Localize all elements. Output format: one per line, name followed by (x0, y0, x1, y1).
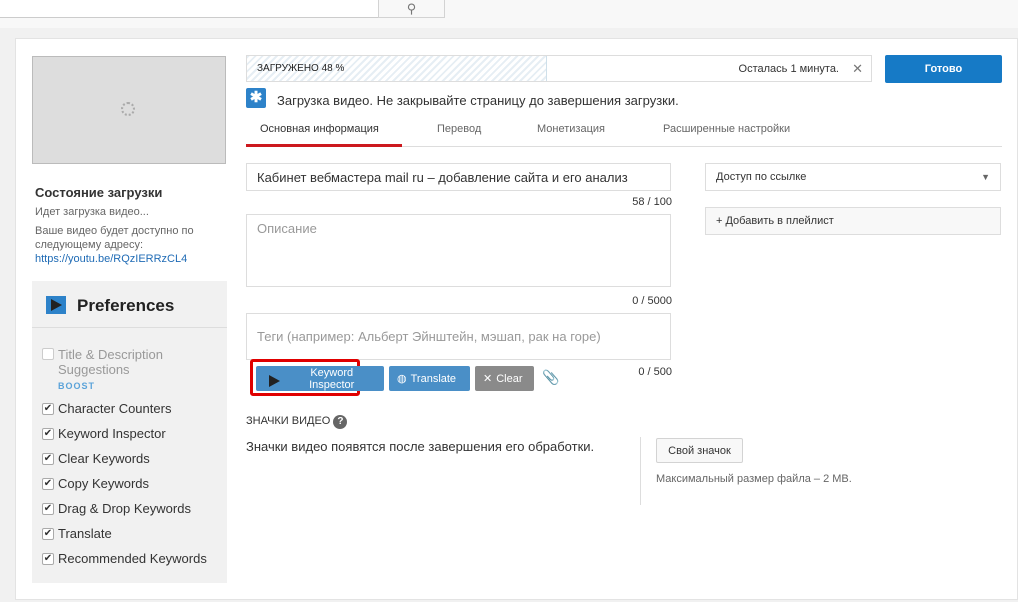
star-icon: ✱ (246, 88, 266, 108)
preferences-title: Preferences (77, 296, 175, 315)
pref-drag-drop-keywords[interactable]: ✔ Drag & Drop Keywords (42, 501, 191, 516)
pref-label: Suggestions (58, 362, 130, 377)
progress-label: ЗАГРУЖЕНО 48 % (257, 63, 345, 74)
clear-button[interactable]: ✕ Clear (475, 366, 534, 391)
tags-counter: 0 / 500 (638, 366, 672, 378)
button-label: Translate (410, 372, 457, 385)
keyword-inspector-button[interactable]: Keyword Inspector (256, 366, 384, 391)
loading-spinner-icon (121, 102, 135, 116)
checkbox[interactable]: ✔ (42, 502, 54, 515)
link-note: Ваше видео будет доступно по (35, 225, 194, 237)
upload-notice: Загрузка видео. Не закрывайте страницу д… (277, 93, 679, 108)
time-remaining: Осталась 1 минута. (738, 63, 839, 75)
pref-clear-keywords[interactable]: ✔ Clear Keywords (42, 451, 150, 466)
pref-translate[interactable]: ✔ Translate (42, 526, 112, 541)
pref-label: Copy Keywords (58, 476, 150, 491)
pref-label: Clear Keywords (58, 451, 150, 466)
description-textarea[interactable]: Описание (246, 214, 671, 287)
pref-character-counters[interactable]: ✔ Character Counters (42, 401, 171, 416)
pref-label: Drag & Drop Keywords (58, 501, 191, 516)
thumbnails-title: ЗНАЧКИ ВИДЕО ? (246, 415, 348, 429)
section-title: ЗНАЧКИ ВИДЕО (246, 415, 331, 427)
pref-label: Translate (58, 526, 112, 541)
checkbox[interactable]: ✔ (42, 427, 54, 440)
active-tab-indicator (246, 144, 402, 147)
custom-thumbnail-button[interactable]: Свой значок (656, 438, 743, 463)
search-button[interactable]: ⚲ (378, 0, 445, 18)
done-button[interactable]: Готово (885, 55, 1002, 83)
button-label: Keyword Inspector (309, 366, 355, 391)
globe-icon: ◍ (397, 373, 407, 385)
x-icon: ✕ (483, 373, 493, 385)
video-link[interactable]: https://youtu.be/RQzIERRzCL4 (35, 253, 187, 265)
pref-label: Character Counters (58, 401, 172, 416)
max-file-size: Максимальный размер файла – 2 MB. (656, 473, 852, 485)
tubebuddy-logo-icon (46, 296, 66, 314)
tags-input[interactable]: Теги (например: Альберт Эйнштейн, мэшап,… (246, 313, 671, 360)
button-label: + Добавить в плейлист (716, 215, 834, 227)
status-title: Состояние загрузки (35, 185, 163, 200)
pref-copy-keywords[interactable]: ✔ Copy Keywords (42, 476, 149, 491)
description-counter: 0 / 5000 (632, 295, 672, 307)
add-to-playlist-button[interactable]: + Добавить в плейлист (705, 207, 1001, 235)
divider (640, 437, 641, 505)
tab-monetization[interactable]: Монетизация (537, 123, 605, 135)
preferences-header: Preferences (32, 281, 227, 328)
tab-advanced-settings[interactable]: Расширенные настройки (663, 123, 790, 135)
title-input[interactable]: Кабинет вебмастера mail ru – добавление … (246, 163, 671, 191)
select-value: Доступ по ссылке (716, 171, 807, 183)
boost-badge: BOOST (58, 381, 96, 391)
upload-progress-bar: ЗАГРУЖЕНО 48 % Осталась 1 минута. ✕ (246, 55, 872, 82)
checkbox[interactable]: ✔ (42, 477, 54, 490)
checkbox[interactable]: ✔ (42, 527, 54, 540)
checkbox[interactable] (42, 348, 54, 360)
preferences-panel: Preferences Title & Description Suggestio… (32, 281, 227, 583)
pref-title-description[interactable]: Title & Description Suggestions BOOST (42, 347, 163, 392)
checkbox[interactable]: ✔ (42, 552, 54, 565)
pref-label: Recommended Keywords (58, 551, 207, 566)
tab-translation[interactable]: Перевод (437, 123, 481, 135)
pref-label: Keyword Inspector (58, 426, 166, 441)
checkbox[interactable]: ✔ (42, 452, 54, 465)
close-icon[interactable]: ✕ (852, 61, 863, 77)
pref-label: Title & Description (58, 347, 163, 362)
pref-keyword-inspector[interactable]: ✔ Keyword Inspector (42, 426, 166, 441)
title-counter: 58 / 100 (632, 196, 672, 208)
button-label: Clear (496, 372, 523, 385)
tubebuddy-logo-icon (264, 372, 283, 387)
pref-recommended-keywords[interactable]: ✔ Recommended Keywords (42, 551, 207, 566)
tab-basic-info[interactable]: Основная информация (260, 123, 379, 135)
thumbnails-note: Значки видео появятся после завершения е… (246, 439, 595, 454)
link-note-2: следующему адресу: (35, 239, 144, 251)
paperclip-icon[interactable]: 📎 (542, 369, 559, 386)
help-icon[interactable]: ? (333, 415, 348, 429)
chevron-down-icon: ▼ (981, 172, 990, 182)
search-icon: ⚲ (406, 0, 417, 16)
status-text: Идет загрузка видео... (35, 206, 149, 218)
search-input[interactable] (0, 0, 380, 18)
checkbox[interactable]: ✔ (42, 402, 54, 415)
privacy-select[interactable]: Доступ по ссылке ▼ (705, 163, 1001, 191)
translate-button[interactable]: ◍ Translate (389, 366, 470, 391)
